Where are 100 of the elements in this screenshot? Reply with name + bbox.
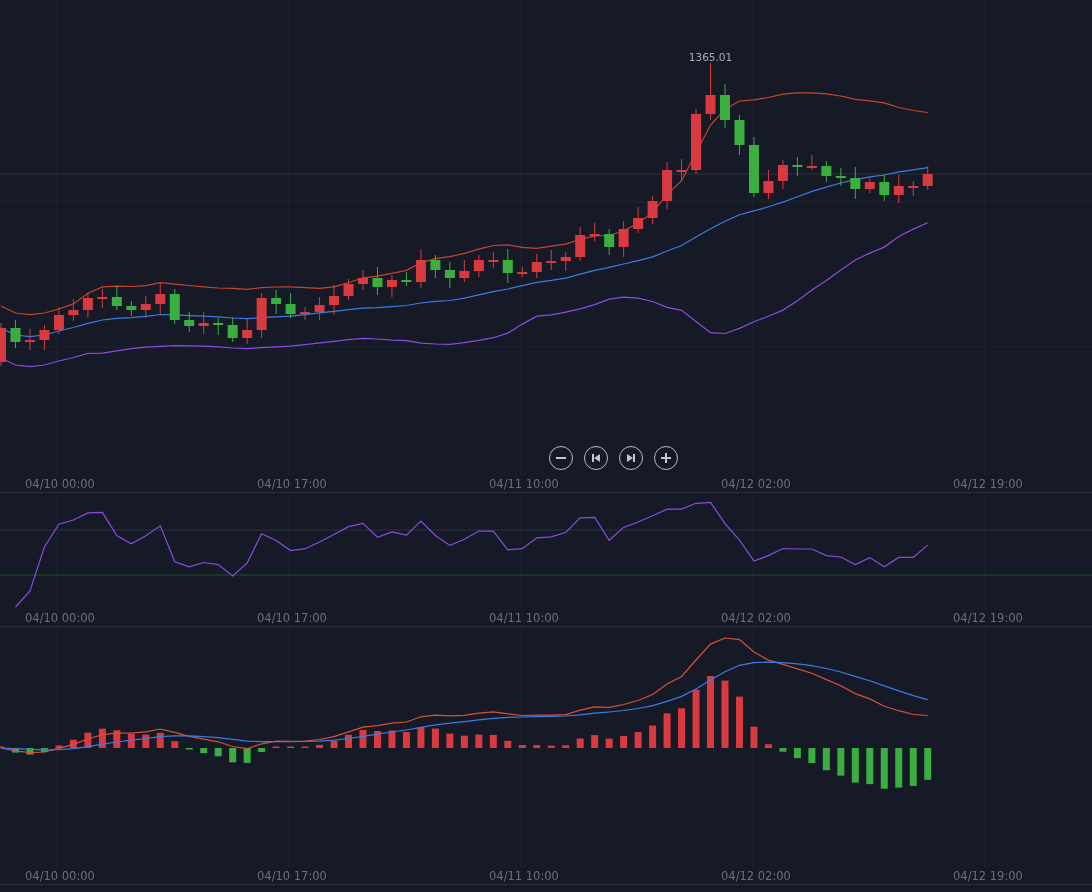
candlestick bbox=[720, 83, 730, 129]
candlestick bbox=[691, 108, 702, 175]
histogram-bar bbox=[909, 748, 917, 786]
histogram-bar bbox=[779, 748, 787, 752]
axis-label: 04/10 00:00 bbox=[25, 476, 95, 492]
histogram-bar bbox=[171, 741, 179, 748]
histogram-bar bbox=[345, 734, 352, 748]
candlestick bbox=[908, 180, 919, 197]
candlestick bbox=[806, 154, 817, 171]
candlestick bbox=[227, 316, 238, 343]
candlestick bbox=[285, 292, 296, 319]
histogram-bar bbox=[98, 728, 106, 748]
candlestick bbox=[922, 165, 933, 191]
candlestick bbox=[300, 306, 311, 321]
histogram-bar bbox=[316, 744, 324, 748]
histogram-bar bbox=[678, 708, 686, 748]
histogram-bar bbox=[736, 696, 743, 748]
candlestick bbox=[821, 160, 832, 183]
candlestick bbox=[763, 169, 774, 200]
axis-label: 04/12 02:00 bbox=[721, 868, 791, 884]
histogram-bar bbox=[837, 748, 845, 776]
candlestick bbox=[126, 300, 137, 317]
candlestick bbox=[879, 173, 890, 202]
histogram-bar bbox=[895, 748, 903, 788]
candlestick bbox=[835, 167, 846, 187]
histogram-bar bbox=[84, 732, 92, 748]
histogram-bar bbox=[388, 730, 396, 748]
histogram-bar bbox=[489, 735, 497, 748]
candlestick bbox=[213, 317, 224, 336]
candlestick bbox=[604, 228, 615, 256]
axis-label: 04/11 10:00 bbox=[489, 476, 559, 492]
candlestick bbox=[430, 254, 441, 279]
histogram-bar bbox=[69, 739, 77, 748]
candlestick bbox=[676, 158, 687, 181]
candlestick bbox=[256, 292, 267, 339]
candlestick bbox=[893, 174, 904, 204]
candlestick bbox=[111, 285, 122, 311]
histogram-bar bbox=[533, 745, 541, 748]
histogram-bar bbox=[127, 733, 135, 748]
candlestick bbox=[39, 324, 50, 351]
candlestick bbox=[271, 289, 282, 315]
histogram-bar bbox=[721, 680, 729, 748]
candlestick bbox=[10, 319, 21, 349]
histogram-bar bbox=[591, 735, 599, 748]
candlestick bbox=[662, 161, 673, 210]
axis-label: 04/11 10:00 bbox=[489, 610, 559, 626]
candlestick bbox=[575, 226, 586, 262]
histogram-bar bbox=[359, 729, 367, 748]
candlestick bbox=[155, 282, 166, 315]
candlestick bbox=[633, 206, 644, 234]
histogram-bar bbox=[214, 748, 222, 757]
histogram-bar bbox=[880, 748, 888, 789]
histogram-bar bbox=[924, 748, 932, 780]
histogram-bar bbox=[446, 733, 454, 748]
histogram-bar bbox=[808, 748, 816, 764]
axis-label: 04/12 02:00 bbox=[721, 476, 791, 492]
candlestick bbox=[314, 296, 325, 321]
candlestick bbox=[24, 328, 35, 351]
histogram-bar bbox=[12, 748, 19, 753]
candlestick bbox=[864, 176, 875, 194]
skip-back-icon bbox=[590, 452, 602, 464]
candlestick bbox=[560, 251, 571, 272]
candlestick bbox=[358, 269, 368, 291]
histogram-bar bbox=[330, 740, 338, 748]
histogram-bar bbox=[620, 735, 628, 748]
axis-label: 04/10 17:00 bbox=[257, 868, 327, 884]
histogram-bar bbox=[750, 726, 758, 748]
candlestick bbox=[777, 159, 788, 190]
histogram-bar bbox=[374, 731, 381, 748]
candlestick bbox=[0, 322, 6, 367]
candlestick bbox=[705, 62, 716, 121]
histogram-bar bbox=[40, 748, 48, 753]
histogram-bar bbox=[793, 748, 801, 759]
candlestick bbox=[82, 292, 93, 319]
histogram-bar bbox=[605, 738, 613, 748]
histogram-bar bbox=[764, 744, 772, 748]
candlestick bbox=[198, 311, 209, 335]
candlestick bbox=[53, 306, 64, 335]
price-label: 1365.01 bbox=[688, 51, 733, 63]
candlestick bbox=[401, 271, 412, 287]
histogram-bar bbox=[851, 748, 859, 783]
candlestick bbox=[792, 156, 803, 177]
axis-label: 04/12 19:00 bbox=[953, 476, 1023, 492]
candlestick bbox=[473, 254, 484, 278]
candlestick bbox=[415, 248, 426, 289]
candlestick bbox=[734, 114, 745, 156]
histogram-bar bbox=[142, 734, 150, 748]
histogram-bar bbox=[243, 748, 251, 763]
histogram-bar bbox=[113, 730, 121, 748]
histogram-bar bbox=[229, 748, 237, 763]
histogram-bar bbox=[417, 727, 425, 748]
histogram-bar bbox=[504, 740, 512, 748]
axis-label: 04/10 17:00 bbox=[257, 476, 327, 492]
histogram-bar bbox=[431, 728, 439, 748]
histogram-bar bbox=[866, 748, 874, 785]
histogram-bar bbox=[562, 745, 570, 748]
histogram-bar bbox=[460, 735, 468, 748]
skip-forward-icon bbox=[625, 452, 637, 464]
candlestick bbox=[748, 136, 759, 198]
candlestick bbox=[647, 195, 658, 225]
